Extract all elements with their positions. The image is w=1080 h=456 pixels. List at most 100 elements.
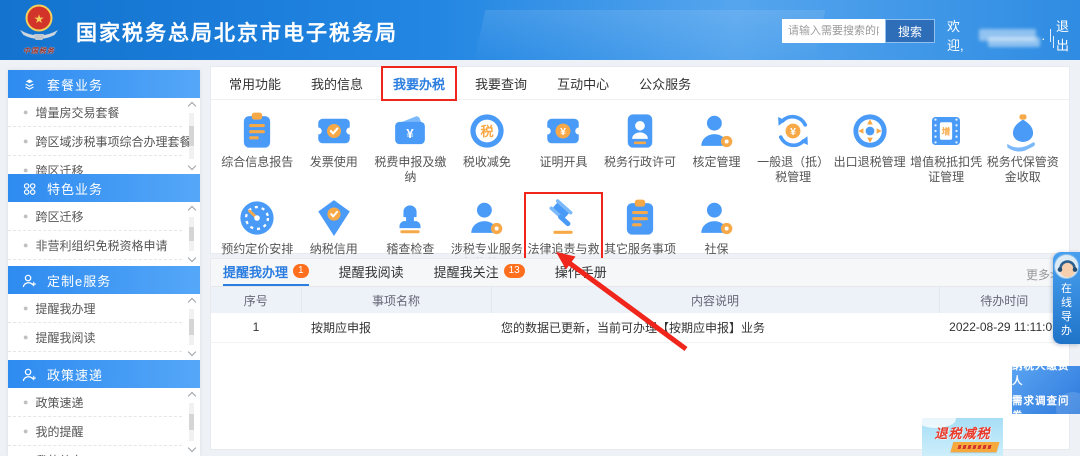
bullet-icon: ● [23, 211, 29, 221]
svg-text:★: ★ [34, 12, 45, 26]
scroll-track[interactable] [189, 217, 194, 251]
welcome-label: 欢迎, [947, 19, 964, 53]
scroll-up-icon[interactable] [187, 297, 196, 307]
table-cell: 按期应申报 [301, 313, 491, 343]
banner-ribbon [950, 442, 1000, 452]
scroll-down-icon[interactable] [187, 161, 196, 171]
sidebar-item[interactable]: ● 跨区迁移 [8, 202, 182, 231]
nav-tab-2[interactable]: 我要办税 [381, 65, 458, 101]
function-entry[interactable]: 增增值税抵扣凭证管理 [908, 106, 985, 187]
scroll-down-icon[interactable] [187, 347, 196, 357]
sidebar-section-header-2[interactable]: 定制e服务 [8, 266, 200, 294]
svg-text:增: 增 [942, 126, 951, 137]
nav-tab-0[interactable]: 常用功能 [227, 72, 283, 95]
reminder-tab-label: 提醒我关注 [433, 264, 499, 280]
icon-grid-row-1: 综合信息报告 发票使用 ¥ 税费申报及缴纳税税收减免 ¥ 证明开具 税务行政许可 核定管理 ¥ 一… [211, 100, 1069, 187]
scroll-thumb[interactable] [189, 226, 194, 242]
sidebar-item[interactable]: ● 跨区域涉税事项综合办理套餐 [8, 127, 191, 156]
reminder-tab-1[interactable]: 提醒我阅读 [339, 258, 404, 286]
nav-tab-3[interactable]: 我要查询 [473, 72, 529, 95]
reminder-tab-0[interactable]: 提醒我办理 1 [223, 258, 309, 286]
ticket-check-icon [314, 118, 354, 144]
bullet-icon: ● [23, 136, 29, 146]
sidebar-section-header-3[interactable]: 政策速递 [8, 360, 200, 388]
scroll-thumb[interactable] [189, 413, 194, 431]
function-entry[interactable]: 核定管理 [678, 106, 755, 187]
diamond-check-icon [318, 200, 350, 236]
function-entry-label: 税费申报及缴纳 [374, 155, 447, 184]
sidebar-item[interactable]: ●风险提示 [8, 260, 182, 266]
scroll-up-icon[interactable] [187, 205, 196, 215]
function-entry[interactable]: 税税收减免 [449, 106, 526, 187]
sidebar-item[interactable]: ● 我的提醒 [8, 417, 182, 446]
function-entry[interactable]: 出口退税管理 [831, 106, 908, 187]
online-guide-widget[interactable]: 在线导办 [1053, 252, 1080, 344]
header-divider-2 [1053, 36, 1054, 48]
user-icon [22, 274, 37, 287]
sidebar-item[interactable]: ● 跨区迁移 [8, 156, 182, 175]
nav-tab-4[interactable]: 互动中心 [555, 72, 611, 95]
scroll-track[interactable] [189, 403, 194, 441]
logout-link[interactable]: 退出 [1056, 16, 1080, 54]
survey-line1: 纳税人缴费人 [1012, 366, 1069, 387]
sidebar-item[interactable]: ● 政策速递 [8, 388, 182, 417]
function-entry[interactable]: ¥ 一般退（抵）税管理 [755, 106, 832, 187]
reminder-tab-label: 提醒我阅读 [338, 264, 404, 280]
reminder-table: 序号 事项名称 内容说明 待办时间 1 按期应申报 您的数据已更新，当前可办理【按期应申报… [211, 287, 1069, 343]
sidebar-item[interactable]: ● 增量房交易套餐 [8, 98, 182, 127]
user-icon [22, 368, 37, 381]
online-guide-label-char: 线 [1061, 297, 1072, 309]
scroll-down-icon[interactable] [187, 253, 196, 263]
sidebar-section-header-1[interactable]: 特色业务 [8, 174, 200, 202]
clipboard-icon [626, 199, 654, 235]
nav-tab-1[interactable]: 我的信息 [309, 72, 365, 95]
sidebar-item-label: 跨区迁移 [35, 163, 84, 175]
bullet-icon: ● [23, 240, 29, 250]
function-entry[interactable]: 税务行政许可 [602, 106, 679, 187]
scroll-track[interactable] [189, 309, 194, 345]
column-header: 待办时间 [939, 287, 1069, 313]
sidebar-item[interactable]: ●提醒我关注 [8, 352, 182, 361]
welcome-suffix: . [1041, 27, 1046, 43]
svg-text:¥: ¥ [790, 126, 796, 138]
search-button[interactable]: 搜索 [885, 19, 935, 43]
sidebar-item-label: 风险提示 [35, 266, 83, 267]
sidebar-section-header-0[interactable]: 套餐业务 [8, 70, 200, 98]
survey-widget[interactable]: 纳税人缴费人 需求调查问卷 [1012, 366, 1080, 414]
clipboard-icon [244, 112, 271, 148]
scroll-track[interactable] [189, 113, 194, 159]
tax-refund-banner[interactable]: 退税减税 [922, 418, 1003, 456]
grid-icon [23, 182, 36, 195]
function-entry-label: 证明开具 [539, 155, 588, 169]
sidebar-item[interactable]: ● 提醒我阅读 [8, 323, 182, 352]
header-divider [1050, 28, 1052, 42]
reminder-tab-label: 操作手册 [554, 264, 607, 280]
table-row[interactable]: 1 按期应申报 您的数据已更新，当前可办理【按期应申报】业务 2022-08-29 1… [211, 313, 1069, 343]
stack-icon [21, 76, 38, 93]
function-entry[interactable]: ¥ 证明开具 [525, 106, 602, 187]
scroll-up-icon[interactable] [187, 391, 196, 401]
reminder-tab-2[interactable]: 提醒我关注 13 [434, 258, 525, 286]
nav-tab-5[interactable]: 公众服务 [637, 72, 693, 95]
count-badge: 13 [503, 264, 525, 278]
sidebar-section-list-1: ● 跨区迁移 ● 非营利组织免税资格申请 ●风险提示 [8, 202, 200, 266]
scroll-thumb[interactable] [189, 319, 194, 335]
search-input[interactable] [782, 19, 885, 43]
sidebar-item[interactable]: ●我的待办 [8, 446, 182, 456]
function-entry[interactable]: 发票使用 [296, 106, 373, 187]
sidebar-item[interactable]: ● 非营利组织免税资格申请 [8, 231, 182, 260]
function-entry[interactable]: 综合信息报告 [219, 106, 296, 187]
function-entry-label: 一般退（抵）税管理 [757, 155, 830, 184]
reminder-tab-3[interactable]: 操作手册 [555, 258, 607, 286]
bullet-icon: ● [23, 397, 29, 407]
online-guide-label-char: 导 [1061, 311, 1072, 323]
scroll-down-icon[interactable] [187, 443, 196, 453]
sidebar-item[interactable]: ● 提醒我办理 [8, 294, 182, 323]
scroll-thumb[interactable] [189, 125, 194, 147]
function-entry[interactable]: ¥ 税费申报及缴纳 [372, 106, 449, 187]
scroll-up-icon[interactable] [187, 101, 196, 111]
function-entry-label: 核定管理 [692, 155, 741, 169]
function-entry[interactable]: 税务代保管资金收取 [984, 106, 1061, 187]
user-info-redacted [988, 37, 1040, 47]
user-gear-icon [700, 202, 732, 235]
